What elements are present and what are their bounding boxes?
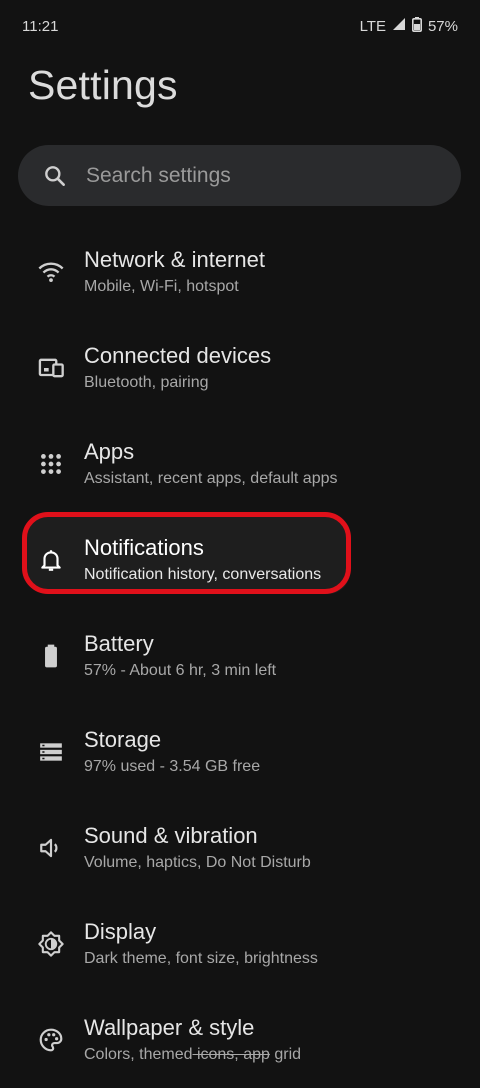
setting-display[interactable]: Display Dark theme, font size, brightnes… bbox=[0, 896, 480, 992]
apps-grid-icon bbox=[35, 448, 67, 480]
subtitle-part: Colors, themed bbox=[84, 1046, 193, 1063]
storage-icon bbox=[35, 736, 67, 768]
setting-subtitle: Notification history, conversations bbox=[84, 566, 322, 583]
setting-sound-vibration[interactable]: Sound & vibration Volume, haptics, Do No… bbox=[0, 800, 480, 896]
setting-title: Battery bbox=[84, 631, 154, 656]
battery-icon bbox=[35, 640, 67, 672]
setting-title: Apps bbox=[84, 439, 135, 464]
connected-devices-icon bbox=[35, 352, 67, 384]
setting-title: Storage bbox=[84, 727, 162, 752]
search-icon bbox=[45, 165, 65, 186]
status-time: 11:21 bbox=[22, 17, 59, 35]
setting-subtitle: Dark theme, font size, brightness bbox=[84, 950, 318, 967]
setting-battery[interactable]: Battery 57% - About 6 hr, 3 min left bbox=[0, 608, 480, 704]
bell-icon bbox=[35, 544, 67, 576]
page-title: Settings bbox=[28, 62, 178, 108]
subtitle-part: grid bbox=[269, 1046, 302, 1063]
setting-title: Connected devices bbox=[84, 343, 272, 368]
settings-list: Network & internet Mobile, Wi-Fi, hotspo… bbox=[0, 224, 480, 1088]
signal-icon bbox=[392, 17, 406, 35]
subtitle-part-struck: icons, app bbox=[192, 1046, 270, 1063]
setting-subtitle: Colors, themed icons, app grid bbox=[84, 1044, 301, 1066]
setting-title: Notifications bbox=[84, 535, 204, 560]
battery-percent: 57% bbox=[427, 17, 458, 35]
status-bar: 11:21 LTE 57% bbox=[0, 0, 480, 52]
search-bar[interactable] bbox=[18, 145, 461, 206]
setting-title: Display bbox=[84, 919, 157, 944]
setting-subtitle: 57% - About 6 hr, 3 min left bbox=[84, 662, 277, 679]
setting-subtitle: 97% used - 3.54 GB free bbox=[84, 758, 261, 775]
setting-title: Network & internet bbox=[84, 247, 265, 272]
palette-icon bbox=[35, 1024, 67, 1056]
battery-status-icon bbox=[411, 16, 422, 36]
setting-storage[interactable]: Storage 97% used - 3.54 GB free bbox=[0, 704, 480, 800]
network-type: LTE bbox=[359, 17, 386, 35]
setting-notifications[interactable]: Notifications Notification history, conv… bbox=[0, 512, 480, 608]
wifi-icon bbox=[35, 256, 67, 288]
setting-subtitle: Mobile, Wi-Fi, hotspot bbox=[84, 278, 239, 295]
speaker-icon bbox=[35, 832, 67, 864]
setting-wallpaper-style[interactable]: Wallpaper & style Colors, themed icons, … bbox=[0, 992, 480, 1088]
setting-network-internet[interactable]: Network & internet Mobile, Wi-Fi, hotspo… bbox=[0, 224, 480, 320]
setting-apps[interactable]: Apps Assistant, recent apps, default app… bbox=[0, 416, 480, 512]
setting-title: Sound & vibration bbox=[84, 823, 258, 848]
status-icons: LTE 57% bbox=[359, 16, 458, 36]
brightness-icon bbox=[35, 928, 67, 960]
setting-connected-devices[interactable]: Connected devices Bluetooth, pairing bbox=[0, 320, 480, 416]
setting-subtitle: Assistant, recent apps, default apps bbox=[84, 470, 338, 487]
setting-title: Wallpaper & style bbox=[84, 1015, 255, 1040]
search-input[interactable] bbox=[84, 162, 428, 189]
setting-subtitle: Volume, haptics, Do Not Disturb bbox=[84, 854, 311, 871]
setting-subtitle: Bluetooth, pairing bbox=[84, 374, 209, 391]
